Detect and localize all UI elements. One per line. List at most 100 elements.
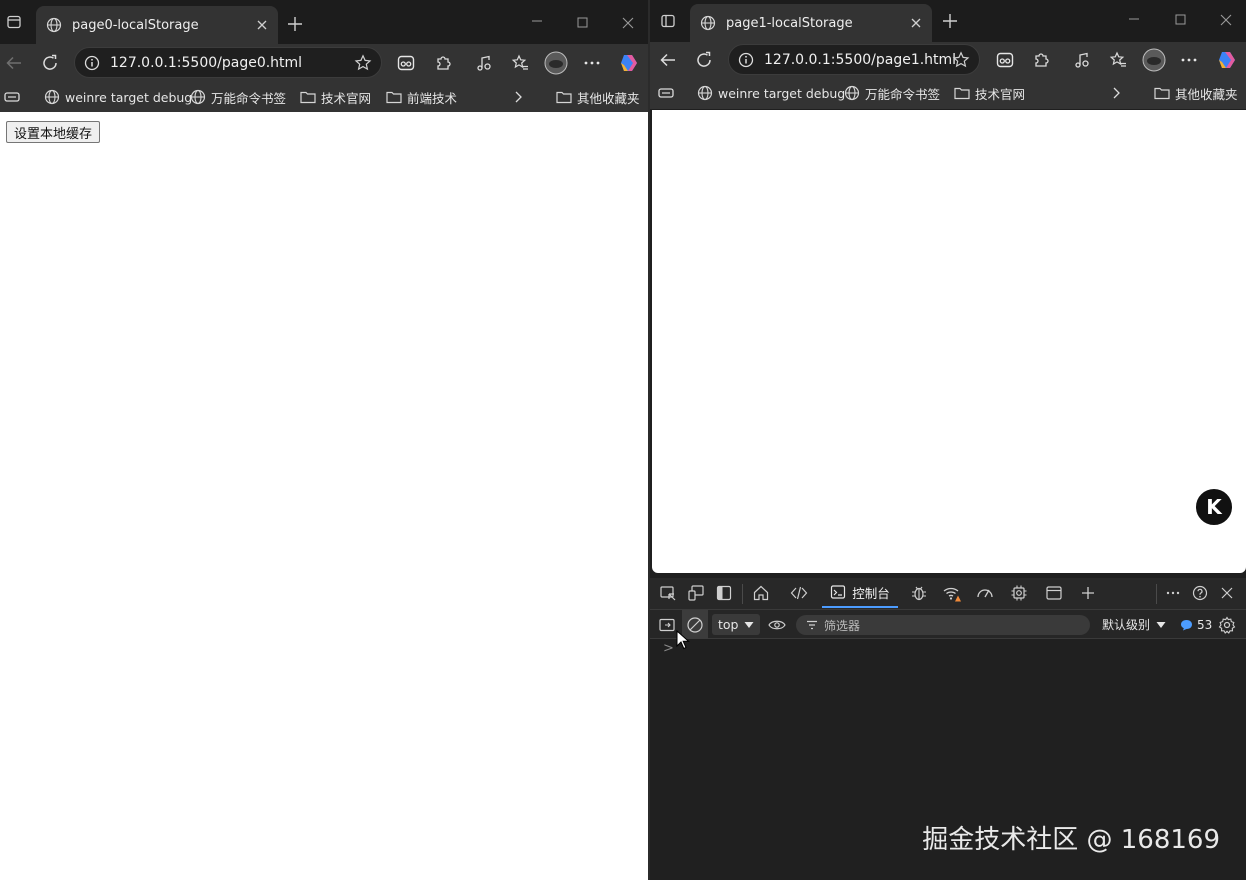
bookmark-label: 其他收藏夹 (1175, 86, 1238, 102)
media-control-icon[interactable] (475, 54, 493, 72)
refresh-icon[interactable] (41, 54, 59, 72)
network-wifi-icon[interactable] (940, 578, 964, 608)
minimize-icon[interactable] (531, 18, 543, 24)
window-divider (648, 0, 650, 880)
bookmark-item[interactable]: weinre target debug (44, 82, 192, 112)
help-icon[interactable] (1189, 578, 1211, 608)
back-icon[interactable] (5, 54, 23, 72)
maximize-icon[interactable] (1175, 14, 1186, 25)
console-toolbar: top 筛选器 默认级别 53 (650, 610, 1246, 639)
add-tool-icon[interactable] (1076, 578, 1100, 608)
tab-console[interactable]: 控制台 (822, 578, 898, 608)
favorites-icon[interactable] (1109, 51, 1127, 69)
more-menu-icon[interactable] (1181, 53, 1197, 67)
live-expression-eye-icon[interactable] (766, 610, 788, 639)
copilot-icon[interactable] (1216, 49, 1238, 71)
close-devtools-icon[interactable] (1216, 578, 1238, 608)
close-tab-icon[interactable] (256, 19, 268, 31)
new-tab-icon[interactable] (287, 16, 303, 32)
application-window-icon[interactable] (1042, 578, 1066, 608)
floating-k-button[interactable]: K (1194, 487, 1234, 527)
address-bar[interactable]: 127.0.0.1:5500/page1.html (728, 44, 980, 75)
globe-icon (697, 85, 713, 101)
bookmark-folder[interactable]: 技术官网 (954, 78, 1025, 108)
console-tab-label: 控制台 (852, 585, 890, 601)
context-selector[interactable]: top (712, 614, 760, 635)
browser-window-left: page0-localStorage 127.0.0.1:5500/page0.… (0, 0, 648, 880)
chevron-right-icon[interactable] (512, 90, 524, 104)
tab-strip: page0-localStorage (0, 0, 648, 44)
message-count: 53 (1197, 617, 1213, 632)
close-tab-icon[interactable] (910, 17, 922, 29)
bookmark-label: weinre target debug (718, 85, 846, 101)
inspect-element-icon[interactable] (656, 578, 680, 608)
console-filter-input[interactable]: 筛选器 (796, 615, 1090, 635)
media-control-icon[interactable] (1073, 51, 1091, 69)
devtools-tab-bar: 控制台 (650, 578, 1246, 610)
issues-counter[interactable]: 53 (1180, 610, 1212, 639)
new-tab-icon[interactable] (942, 13, 958, 29)
elements-code-icon[interactable] (787, 578, 811, 608)
bookmark-item[interactable]: 万能命令书签 (844, 78, 940, 108)
memory-chip-icon[interactable] (1007, 578, 1031, 608)
address-bar[interactable]: 127.0.0.1:5500/page0.html (74, 47, 382, 78)
set-local-storage-button[interactable]: 设置本地缓存 (6, 121, 101, 143)
site-info-icon[interactable] (84, 55, 100, 71)
extension-glasses-icon[interactable] (397, 54, 415, 72)
page-viewport: K (652, 110, 1246, 573)
tab-title: page0-localStorage (72, 17, 199, 33)
other-favorites-folder[interactable]: 其他收藏夹 (1154, 78, 1238, 108)
profile-avatar[interactable] (544, 51, 568, 75)
folder-icon (954, 86, 970, 100)
browser-window-right: page1-localStorage 127.0.0.1:5500/page1.… (650, 0, 1246, 880)
sources-bug-icon[interactable] (907, 578, 931, 608)
extensions-puzzle-icon[interactable] (434, 54, 452, 72)
back-icon[interactable] (659, 51, 677, 69)
tab-page0[interactable]: page0-localStorage (36, 6, 278, 44)
profile-avatar[interactable] (1142, 48, 1166, 72)
close-window-icon[interactable] (622, 17, 634, 29)
site-info-icon[interactable] (738, 52, 754, 68)
extensions-puzzle-icon[interactable] (1032, 51, 1050, 69)
extension-glasses-icon[interactable] (996, 51, 1014, 69)
tab-actions-icon[interactable] (6, 14, 22, 30)
message-bubble-icon (1180, 619, 1193, 631)
welcome-home-icon[interactable] (749, 578, 773, 608)
chevron-right-icon[interactable] (1110, 86, 1122, 100)
watermark-text: 掘金技术社区 @ 168169 (922, 825, 1220, 855)
address-url: 127.0.0.1:5500/page1.html (764, 51, 957, 68)
devtools-more-icon[interactable] (1162, 578, 1184, 608)
reading-icon[interactable] (4, 90, 20, 104)
reading-icon[interactable] (658, 86, 674, 100)
device-emulation-icon[interactable] (684, 578, 708, 608)
performance-gauge-icon[interactable] (973, 578, 997, 608)
more-menu-icon[interactable] (584, 56, 600, 70)
tab-page1[interactable]: page1-localStorage (690, 4, 932, 42)
favorite-star-icon[interactable] (952, 50, 970, 69)
bookmarks-bar: weinre target debug 万能命令书签 技术官网 前端技术 其他收… (0, 82, 648, 112)
globe-icon (844, 85, 860, 101)
address-url: 127.0.0.1:5500/page0.html (110, 54, 303, 71)
bookmark-folder[interactable]: 前端技术 (386, 82, 457, 112)
tab-actions-icon[interactable] (660, 13, 676, 29)
copilot-icon[interactable] (618, 52, 640, 74)
favorites-icon[interactable] (511, 54, 529, 72)
other-favorites-folder[interactable]: 其他收藏夹 (556, 82, 640, 112)
dock-side-icon[interactable] (712, 578, 736, 608)
favorite-star-icon[interactable] (354, 53, 372, 72)
context-label: top (718, 617, 739, 632)
caret-down-icon (1156, 621, 1166, 629)
console-settings-gear-icon[interactable] (1216, 610, 1238, 639)
minimize-icon[interactable] (1128, 16, 1140, 22)
maximize-icon[interactable] (577, 17, 588, 28)
bookmark-folder[interactable]: 技术官网 (300, 82, 371, 112)
bookmark-item[interactable]: 万能命令书签 (190, 82, 286, 112)
globe-icon (44, 89, 60, 105)
folder-icon (386, 90, 402, 104)
bookmark-item[interactable]: weinre target debug (697, 78, 845, 108)
log-level-dropdown[interactable]: 默认级别 (1102, 610, 1166, 639)
sidebar-toggle-icon[interactable] (656, 610, 678, 639)
close-window-icon[interactable] (1220, 14, 1232, 26)
refresh-icon[interactable] (695, 51, 713, 69)
toolbar-divider (1156, 584, 1157, 604)
